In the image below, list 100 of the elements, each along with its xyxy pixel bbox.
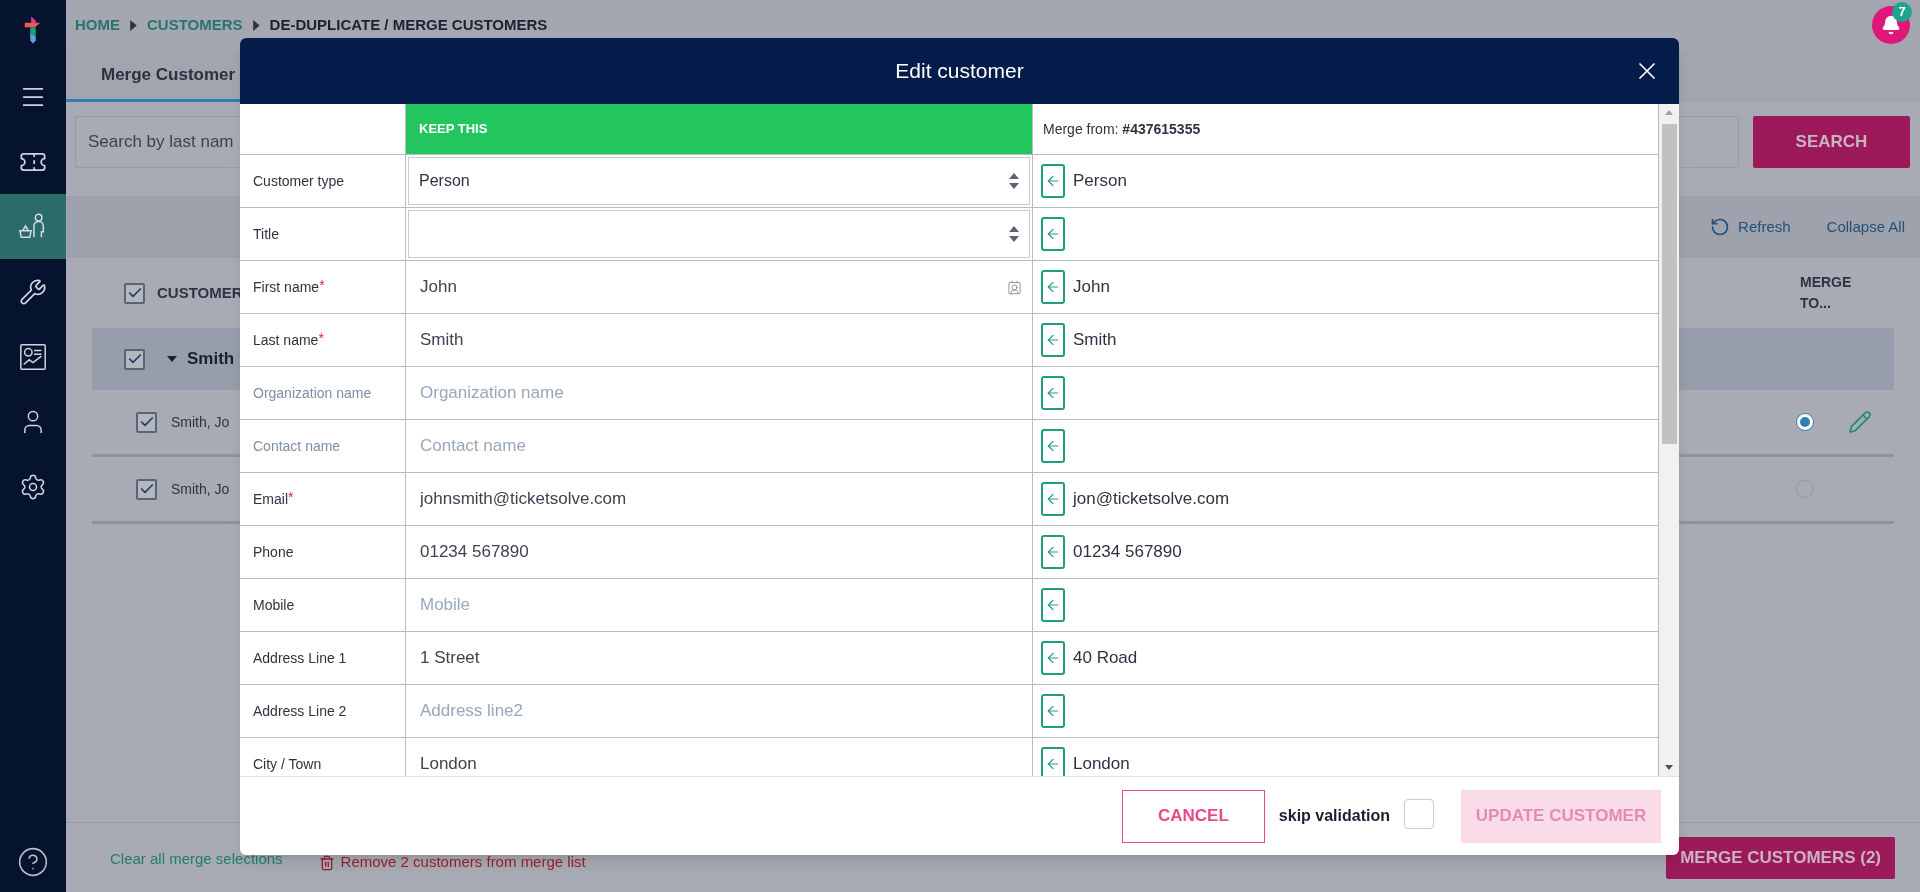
- scrollbar[interactable]: [1658, 104, 1679, 776]
- merge-value: 40 Road: [1073, 647, 1138, 670]
- copy-left-button[interactable]: [1041, 429, 1065, 463]
- text-input[interactable]: London: [406, 738, 1022, 776]
- checkbox[interactable]: [124, 348, 145, 370]
- up-down-arrows-icon: [1009, 226, 1019, 242]
- text-input[interactable]: John: [406, 261, 1007, 313]
- arrow-left-icon: [1045, 332, 1061, 348]
- trash-icon: [318, 853, 335, 872]
- arrow-left-icon: [1045, 385, 1061, 401]
- caret-icon: [252, 19, 260, 31]
- arrow-left-icon: [1045, 438, 1061, 454]
- merge-value: 01234 567890: [1073, 541, 1182, 564]
- required-mark: *: [319, 276, 325, 295]
- arrow-left-icon: [1045, 279, 1061, 295]
- field-label: Address Line 2: [253, 701, 347, 721]
- text-input[interactable]: 01234 567890: [406, 526, 1022, 578]
- field-label: Address Line 1: [253, 648, 347, 668]
- field-label: Customer type: [253, 171, 345, 191]
- clear-selections-link[interactable]: Clear all merge selections: [110, 847, 283, 871]
- copy-left-button[interactable]: [1041, 535, 1065, 569]
- copy-left-button[interactable]: [1041, 482, 1065, 516]
- text-input[interactable]: Smith: [406, 314, 1022, 366]
- dialog-title: Edit customer: [895, 58, 1024, 85]
- field-label: Mobile: [253, 595, 295, 615]
- field-label: Organization name: [253, 383, 372, 403]
- search-button[interactable]: SEARCH: [1753, 116, 1910, 168]
- merge-from-label: Merge from: #437615355: [1043, 119, 1201, 139]
- copy-left-button[interactable]: [1041, 747, 1065, 776]
- up-down-arrows-icon: [1009, 173, 1019, 189]
- checkbox[interactable]: [124, 282, 145, 304]
- field-label: Last name: [253, 330, 319, 350]
- column-header: MERGE TO...: [1800, 273, 1853, 313]
- copy-left-button[interactable]: [1041, 694, 1065, 728]
- settings-icon[interactable]: [19, 472, 47, 501]
- text-input[interactable]: Mobile: [406, 579, 1022, 631]
- copy-left-button[interactable]: [1041, 376, 1065, 410]
- refresh-button[interactable]: Refresh: [1710, 215, 1791, 239]
- text-input[interactable]: 1 Street: [406, 632, 1022, 684]
- notification-count: 7: [1892, 2, 1912, 22]
- merge-value: Person: [1073, 170, 1127, 193]
- breadcrumb-current: DE-DUPLICATE / MERGE CUSTOMERS: [269, 14, 548, 35]
- merge-value: jon@ticketsolve.com: [1073, 488, 1230, 511]
- contact-card-icon[interactable]: [1007, 278, 1022, 296]
- refresh-icon: [1710, 217, 1731, 237]
- text-input[interactable]: johnsmith@ticketsolve.com: [406, 473, 1022, 525]
- field-label: Title: [253, 224, 279, 244]
- field-label: Email: [253, 489, 288, 509]
- customer-name: Smith, Jo: [171, 412, 230, 432]
- arrow-left-icon: [1045, 173, 1061, 189]
- select-field[interactable]: Person: [408, 157, 1030, 205]
- caret-icon[interactable]: [167, 356, 177, 362]
- copy-left-button[interactable]: [1041, 588, 1065, 622]
- remove-customers-link[interactable]: Remove 2 customers from merge list: [318, 851, 586, 874]
- caret-icon: [130, 19, 137, 31]
- required-mark: *: [288, 488, 294, 507]
- field-label: Phone: [253, 542, 294, 562]
- wrench-icon[interactable]: [19, 277, 47, 306]
- customer-name: Smith, Jo: [171, 479, 230, 499]
- breadcrumb-link[interactable]: CUSTOMERS: [147, 13, 243, 37]
- select-field[interactable]: [408, 210, 1030, 258]
- group-label: Smith: [187, 348, 235, 371]
- copy-left-button[interactable]: [1041, 270, 1065, 304]
- merge-value: London: [1073, 753, 1130, 776]
- skip-validation-label: skip validation: [1278, 806, 1390, 826]
- text-input[interactable]: Organization name: [406, 367, 1022, 419]
- arrow-left-icon: [1045, 756, 1061, 772]
- copy-left-button[interactable]: [1041, 217, 1065, 251]
- arrow-left-icon: [1045, 491, 1061, 507]
- breadcrumb-link[interactable]: HOME: [75, 13, 120, 37]
- arrow-left-icon: [1045, 650, 1061, 666]
- arrow-left-icon: [1045, 703, 1061, 719]
- column-header: CUSTOMER: [157, 282, 243, 303]
- arrow-left-icon: [1045, 226, 1061, 242]
- help-icon[interactable]: [17, 846, 49, 878]
- scroll-up-icon[interactable]: [1665, 110, 1673, 115]
- collapse-all-link[interactable]: Collapse All: [1826, 215, 1905, 239]
- text-input[interactable]: Contact name: [406, 420, 1022, 472]
- checkbox[interactable]: [136, 478, 157, 500]
- field-label: Contact name: [253, 436, 341, 456]
- skip-validation-checkbox[interactable]: [1404, 799, 1434, 829]
- text-input[interactable]: Address line2: [406, 685, 1022, 737]
- merge-value: John: [1073, 276, 1110, 299]
- copy-left-button[interactable]: [1041, 323, 1065, 357]
- cancel-button[interactable]: CANCEL: [1121, 789, 1265, 843]
- arrow-left-icon: [1045, 544, 1061, 560]
- scroll-down-icon[interactable]: [1665, 765, 1673, 770]
- report-icon[interactable]: [18, 341, 48, 372]
- copy-left-button[interactable]: [1041, 641, 1065, 675]
- bell-icon: [1881, 15, 1901, 35]
- field-label: First name: [253, 277, 320, 297]
- keep-this-header: KEEP THIS: [406, 104, 1032, 155]
- merge-customers-button[interactable]: MERGE CUSTOMERS (2): [1666, 836, 1895, 879]
- copy-left-button[interactable]: [1041, 164, 1065, 198]
- checkbox[interactable]: [136, 411, 157, 433]
- scrollbar-thumb[interactable]: [1661, 124, 1677, 444]
- merge-value: Smith: [1073, 329, 1117, 352]
- arrow-left-icon: [1045, 597, 1061, 613]
- field-label: City / Town: [253, 754, 322, 774]
- radio-button[interactable]: [1796, 413, 1814, 431]
